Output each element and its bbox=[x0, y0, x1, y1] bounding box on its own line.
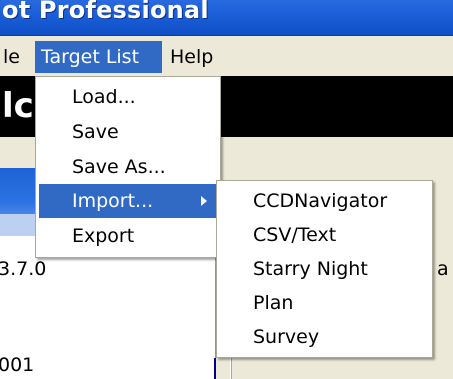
menu-file[interactable]: le bbox=[0, 41, 26, 73]
panel-border bbox=[214, 358, 216, 379]
version-text: 3.7.0 bbox=[0, 258, 47, 280]
banner-logo-text: lc bbox=[2, 86, 34, 126]
menu-bar: le Target List Help bbox=[0, 36, 453, 76]
submenu-item-plan[interactable]: Plan bbox=[220, 286, 429, 320]
side-panel-strip bbox=[0, 214, 40, 236]
menu-help[interactable]: Help bbox=[164, 41, 219, 73]
target-list-menu: Load... Save Save As... Import... Export bbox=[35, 76, 221, 258]
submenu-arrow-icon bbox=[201, 196, 207, 206]
id-text: 001 bbox=[0, 354, 35, 376]
submenu-item-survey[interactable]: Survey bbox=[220, 320, 429, 354]
menu-target-list[interactable]: Target List bbox=[35, 41, 162, 73]
menu-item-import[interactable]: Import... bbox=[39, 184, 217, 218]
menu-item-import-label: Import... bbox=[72, 190, 154, 212]
window-title: ot Professional bbox=[2, 0, 209, 24]
menu-item-load[interactable]: Load... bbox=[39, 80, 217, 114]
submenu-item-starry-night[interactable]: Starry Night bbox=[220, 252, 429, 286]
submenu-item-ccdnavigator[interactable]: CCDNavigator bbox=[220, 184, 429, 218]
submenu-item-csv-text[interactable]: CSV/Text bbox=[220, 218, 429, 252]
menu-item-save[interactable]: Save bbox=[39, 115, 217, 149]
import-submenu: CCDNavigator CSV/Text Starry Night Plan … bbox=[216, 180, 433, 358]
menu-item-save-as[interactable]: Save As... bbox=[39, 150, 217, 184]
title-bar[interactable]: ot Professional bbox=[0, 0, 453, 36]
detail-text: a bbox=[437, 258, 449, 280]
menu-item-export[interactable]: Export bbox=[39, 219, 217, 253]
